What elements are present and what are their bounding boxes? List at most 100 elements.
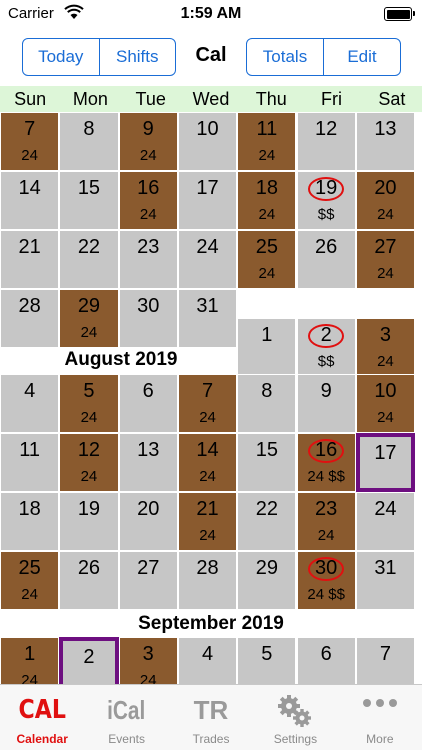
day-cell[interactable]: 27 24 xyxy=(355,230,416,289)
day-number: 20 xyxy=(374,177,397,199)
day-cell[interactable]: 20 24 xyxy=(355,171,416,230)
day-cell[interactable]: 21 24 xyxy=(177,492,238,551)
day-number: 4 xyxy=(201,643,214,665)
edit-button[interactable]: Edit xyxy=(323,39,400,75)
day-cell[interactable]: 31 xyxy=(177,289,238,348)
day-cell[interactable]: 7 24 xyxy=(177,374,238,433)
day-cell[interactable]: 22 xyxy=(59,230,119,289)
day-cell[interactable]: 23 24 xyxy=(296,492,356,551)
day-cell[interactable]: 29 xyxy=(237,551,297,610)
day-cell[interactable]: 8 xyxy=(237,374,297,433)
day-cell[interactable]: 2 xyxy=(59,637,119,684)
day-cell[interactable]: 16 24 $$ xyxy=(296,433,356,492)
day-number: 13 xyxy=(374,118,397,140)
day-cell[interactable]: 10 xyxy=(177,112,238,171)
day-cell[interactable]: 17 xyxy=(177,171,238,230)
day-cell[interactable]: 24 xyxy=(355,492,416,551)
tab-trades[interactable]: TR Trades xyxy=(169,685,253,750)
weekday-tue: Tue xyxy=(135,89,166,109)
day-number: 7 xyxy=(24,118,36,140)
day-cell[interactable]: 27 xyxy=(118,551,178,610)
totals-button[interactable]: Totals xyxy=(247,39,323,75)
day-cell[interactable]: 28 xyxy=(177,551,238,610)
day-cell[interactable]: 11 24 xyxy=(237,112,297,171)
weekday-header: Sun Mon Tue Wed Thu Fri Sat xyxy=(0,86,422,112)
day-cell[interactable]: 15 xyxy=(59,171,119,230)
day-cell[interactable]: 3 24 xyxy=(118,637,178,684)
day-cell[interactable]: 26 xyxy=(296,230,356,289)
day-cell[interactable]: 14 24 xyxy=(177,433,238,492)
day-cell[interactable]: 7 xyxy=(355,637,416,684)
day-number: 22 xyxy=(255,498,278,520)
day-cell[interactable]: 14 xyxy=(0,171,60,230)
day-cell[interactable]: 30 xyxy=(118,289,178,348)
day-cell[interactable]: 31 xyxy=(355,551,416,610)
day-number: 31 xyxy=(374,557,397,579)
day-cell[interactable]: 29 24 xyxy=(59,289,119,348)
day-cell[interactable]: 1 xyxy=(237,318,297,377)
day-cell[interactable]: 1 24 xyxy=(0,637,60,684)
day-detail: $$ xyxy=(317,206,335,223)
day-cell[interactable]: 13 xyxy=(355,112,416,171)
day-cell[interactable]: 16 24 xyxy=(118,171,178,230)
weekday-thu: Thu xyxy=(255,89,287,109)
left-segmented-control: Today Shifts xyxy=(22,38,176,76)
day-cell[interactable]: 2 $$ xyxy=(296,318,356,377)
day-number: 11 xyxy=(19,439,41,461)
day-cell[interactable]: 9 24 xyxy=(118,112,178,171)
day-detail: 24 xyxy=(80,409,98,426)
day-cell[interactable]: 21 xyxy=(0,230,60,289)
day-cell[interactable]: 25 24 xyxy=(0,551,60,610)
right-segmented-control: Totals Edit xyxy=(246,38,401,76)
day-cell[interactable]: 12 xyxy=(296,112,356,171)
day-cell[interactable]: 17 xyxy=(355,433,416,492)
tab-calendar[interactable]: CAL Calendar xyxy=(0,685,84,750)
day-number: 24 xyxy=(374,498,397,520)
tab-more[interactable]: More xyxy=(338,685,422,750)
day-cell[interactable]: 7 24 xyxy=(0,112,60,171)
weekday-mon: Mon xyxy=(72,89,108,109)
today-button[interactable]: Today xyxy=(23,39,99,75)
calendar-grid[interactable]: 7 24 8 9 24 10 11 24 12 13 14 15 16 24 17 18 24 19 $$ 20 24 2… xyxy=(0,112,422,684)
tab-label: Trades xyxy=(192,732,230,746)
day-cell[interactable]: 24 xyxy=(177,230,238,289)
day-cell[interactable]: 15 xyxy=(237,433,297,492)
day-cell[interactable]: 19 xyxy=(59,492,119,551)
day-number: 3 xyxy=(142,643,154,665)
shifts-button[interactable]: Shifts xyxy=(98,39,176,75)
day-cell[interactable]: 26 xyxy=(59,551,119,610)
day-cell[interactable]: 8 xyxy=(59,112,119,171)
day-cell[interactable]: 3 24 xyxy=(355,318,416,377)
day-cell[interactable]: 13 xyxy=(118,433,178,492)
day-cell[interactable]: 5 24 xyxy=(59,374,119,433)
day-number: 26 xyxy=(77,557,101,579)
day-cell[interactable]: 9 xyxy=(296,374,356,433)
weekday-sun: Sun xyxy=(14,89,47,109)
day-detail: 24 xyxy=(21,147,38,164)
day-cell[interactable]: 6 xyxy=(118,374,178,433)
day-cell[interactable]: 18 24 xyxy=(237,171,297,230)
day-cell[interactable]: 20 xyxy=(118,492,178,551)
day-number: 3 xyxy=(379,324,391,346)
day-cell[interactable]: 5 xyxy=(237,637,297,684)
day-cell[interactable]: 22 xyxy=(237,492,297,551)
day-cell[interactable]: 4 xyxy=(177,637,238,684)
day-cell[interactable]: 28 xyxy=(0,289,60,348)
day-cell[interactable]: 19 $$ xyxy=(296,171,356,230)
day-number: 7 xyxy=(379,643,391,665)
day-cell[interactable]: 6 xyxy=(296,637,356,684)
day-cell[interactable]: 4 xyxy=(0,374,60,433)
tab-events[interactable]: iCal Events xyxy=(84,685,168,750)
day-cell[interactable]: 12 24 xyxy=(59,433,119,492)
day-cell[interactable]: 18 xyxy=(0,492,60,551)
day-cell[interactable]: 30 24 $$ xyxy=(296,551,356,610)
tab-settings[interactable]: Settings xyxy=(253,685,337,750)
day-number: 5 xyxy=(261,643,273,665)
day-cell[interactable]: 11 xyxy=(0,433,60,492)
day-number: 25 xyxy=(255,236,278,258)
day-number: 12 xyxy=(315,118,338,140)
day-cell[interactable]: 25 24 xyxy=(237,230,297,289)
day-cell[interactable]: 23 xyxy=(118,230,178,289)
day-number: 1 xyxy=(261,324,273,346)
day-cell[interactable]: 10 24 xyxy=(355,374,416,433)
